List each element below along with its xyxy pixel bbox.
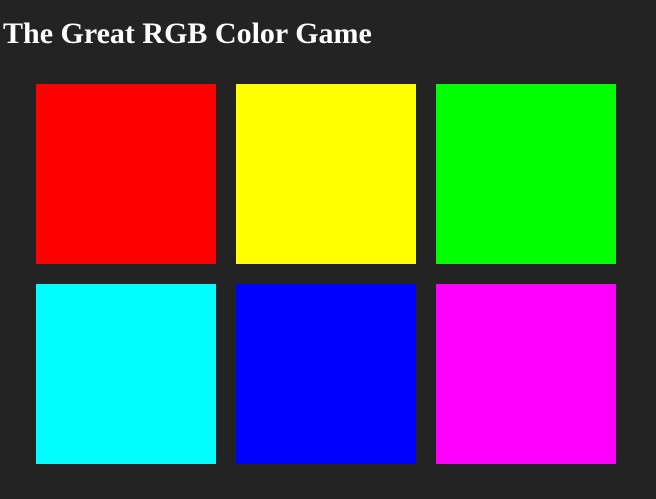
color-square[interactable] bbox=[436, 84, 616, 264]
color-square[interactable] bbox=[436, 284, 616, 464]
color-square[interactable] bbox=[236, 84, 416, 264]
color-square[interactable] bbox=[36, 284, 216, 464]
color-square[interactable] bbox=[36, 84, 216, 264]
page-title: The Great RGB Color Game bbox=[3, 17, 372, 50]
color-squares-grid bbox=[36, 84, 636, 464]
color-square[interactable] bbox=[236, 284, 416, 464]
